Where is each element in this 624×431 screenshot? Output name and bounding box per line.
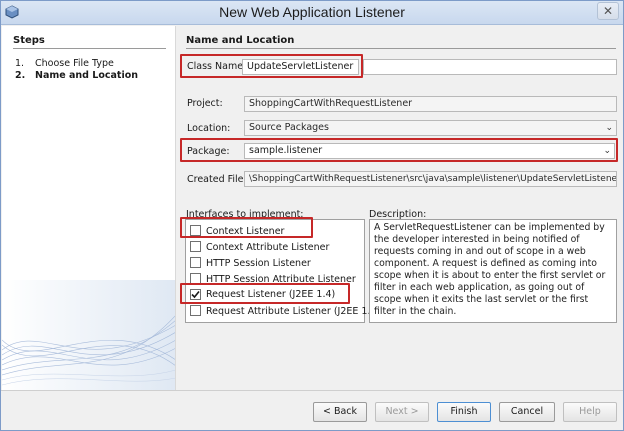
interface-context-attribute-listener[interactable]: Context Attribute Listener [190,241,329,255]
location-label: Location: [187,123,231,134]
checkbox[interactable] [190,257,201,268]
button-bar-divider [1,390,623,391]
wizard-window: New Web Application Listener ✕ Steps 1. C… [0,0,624,431]
step-label: Name and Location [35,70,139,81]
section-title: Name and Location [186,35,295,46]
steps-title: Steps [13,35,45,46]
location-dropdown[interactable]: Source Packages ⌄ [244,120,617,136]
project-label: Project: [187,98,223,109]
close-button[interactable]: ✕ [597,2,619,20]
steps-divider [13,48,166,49]
interface-http-session-listener[interactable]: HTTP Session Listener [190,257,311,271]
steps-panel: Steps 1. Choose File Type 2. Name and Loca… [2,26,176,390]
help-button[interactable]: Help [563,402,617,422]
step-choose-file-type: 1. Choose File Type [15,58,114,69]
created-file-field: \ShoppingCartWithRequestListener\src\jav… [244,171,617,187]
next-button[interactable]: Next > [375,402,429,422]
interface-request-attribute-listener[interactable]: Request Attribute Listener (J2EE 1.4) [190,305,380,319]
step-number: 2. [15,70,26,81]
context-listener-highlight [180,217,313,238]
created-file-label: Created File: [187,174,247,185]
window-title: New Web Application Listener [219,4,405,20]
finish-button[interactable]: Finish [437,402,491,422]
location-value: Source Packages [249,122,329,133]
project-field: ShoppingCartWithRequestListener [244,96,617,112]
description-text: A ServletRequestListener can be implemen… [369,219,617,323]
step-label: Choose File Type [35,58,114,69]
content-panel: Name and Location Class Name: UpdateServ… [177,26,623,390]
class-name-input-extension[interactable] [363,59,617,75]
back-button[interactable]: < Back [313,402,367,422]
step-name-and-location: 2. Name and Location [15,70,138,81]
checkbox[interactable] [190,241,201,252]
chevron-down-icon: ⌄ [605,123,613,133]
checkbox[interactable] [190,305,201,316]
request-listener-highlight [180,283,350,304]
package-highlight [180,138,618,162]
class-name-highlight [180,54,363,78]
title-bar[interactable]: New Web Application Listener ✕ [1,1,623,25]
checkbox-label: HTTP Session Listener [206,258,311,269]
decorative-waves-image [2,280,175,390]
checkbox-label: Request Attribute Listener (J2EE 1.4) [206,306,381,317]
checkbox-label: Context Attribute Listener [206,242,330,253]
close-icon: ✕ [602,4,614,18]
section-divider [186,48,616,49]
cancel-button[interactable]: Cancel [499,402,555,422]
step-number: 1. [15,58,25,69]
